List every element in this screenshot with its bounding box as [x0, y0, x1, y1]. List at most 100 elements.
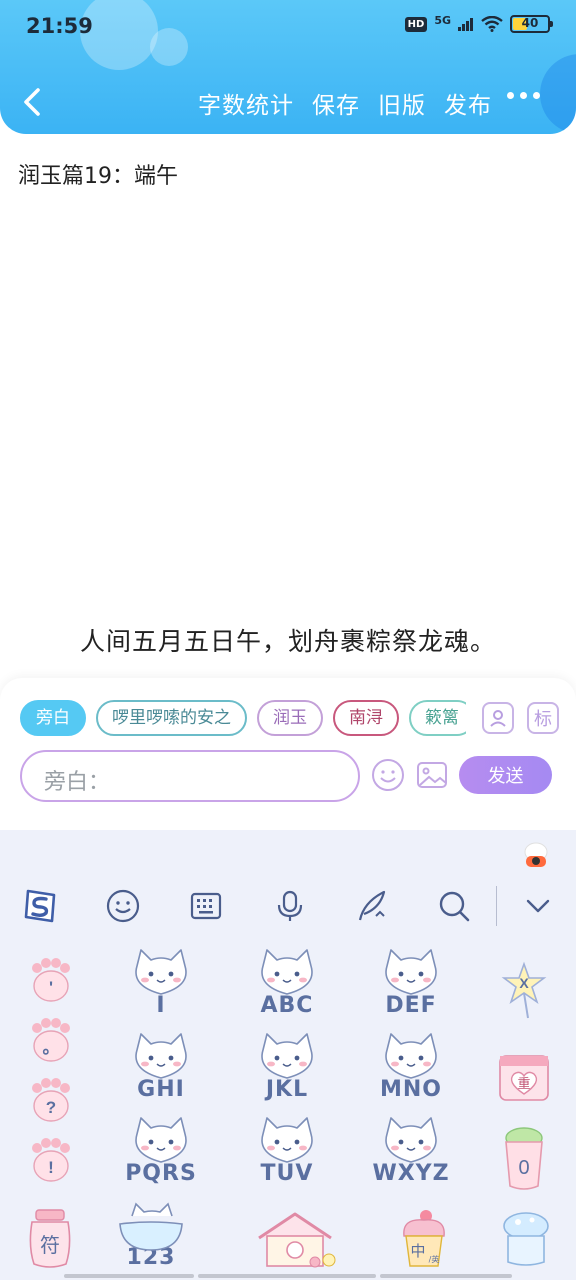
cat-icon: [261, 1033, 313, 1079]
honey-jar-icon: 符: [29, 1209, 71, 1268]
letter-key[interactable]: JKL: [222, 1026, 352, 1108]
punctuation-key-label: ': [49, 978, 53, 997]
network-type: 5G: [434, 13, 451, 27]
punctuation-key[interactable]: ': [24, 954, 78, 1008]
header-menu: 字数统计 保存 旧版 发布: [198, 86, 492, 120]
sogou-logo-button[interactable]: [20, 886, 60, 926]
handwriting-icon: [358, 890, 386, 921]
old-version-button[interactable]: 旧版: [378, 86, 426, 120]
publish-button[interactable]: 发布: [444, 86, 492, 120]
emoji-button[interactable]: [371, 758, 405, 792]
more-dots-icon: [507, 92, 514, 99]
paw-icon: ?: [32, 1078, 70, 1122]
role-chip-narration[interactable]: 旁白: [20, 700, 86, 736]
save-button[interactable]: 保存: [312, 86, 360, 120]
keyboard-search-button[interactable]: [434, 886, 474, 926]
hd-badge: HD: [404, 16, 428, 32]
language-switch-key[interactable]: 中 /英: [396, 1208, 452, 1270]
handwriting-button[interactable]: [352, 886, 392, 926]
symbol-key-label: 符: [40, 1233, 60, 1257]
toolbar-divider: [496, 886, 497, 926]
side-key-delete[interactable]: X: [494, 956, 554, 1022]
side-key-retype[interactable]: 重: [494, 1042, 554, 1108]
side-key-label: X: [519, 975, 529, 991]
role-chip[interactable]: 南浔: [333, 700, 399, 736]
sogou-logo-icon: [24, 889, 56, 923]
ime-keyboard: ' 。?! I ABC DEF GHI JKL MNO PQRS TUV WXYZ 123 X 重: [0, 830, 576, 1280]
punctuation-key[interactable]: ?: [24, 1074, 78, 1128]
side-key-zero[interactable]: 0: [494, 1120, 554, 1190]
role-chips: 旁白 啰里啰嗦的安之 润玉 南浔 簌篱: [20, 700, 466, 738]
signal-icon: [458, 18, 473, 31]
keyboard-mascot-icon[interactable]: [520, 840, 552, 872]
cat-icon: [261, 1117, 313, 1163]
paw-icon: ': [32, 958, 70, 1002]
battery-indicator: 40: [510, 15, 553, 33]
letter-key[interactable]: TUV: [222, 1110, 352, 1192]
more-button[interactable]: [507, 92, 540, 99]
punctuation-key[interactable]: 。: [24, 1014, 78, 1068]
paw-icon: 。: [32, 1018, 70, 1062]
keyboard-toolbar: [0, 878, 576, 934]
cat-icon: [385, 1033, 437, 1079]
person-icon: [490, 710, 506, 727]
letter-key[interactable]: PQRS: [96, 1110, 226, 1192]
punctuation-key[interactable]: !: [24, 1134, 78, 1188]
emoji-icon: [106, 889, 140, 923]
message-input-placeholder: 旁白：: [44, 770, 111, 795]
emoji-panel-button[interactable]: [103, 886, 143, 926]
word-count-button[interactable]: 字数统计: [198, 86, 294, 120]
mushroom-boot-icon: [503, 1212, 549, 1266]
letter-key[interactable]: WXYZ: [346, 1110, 476, 1192]
cat-icon: [135, 1117, 187, 1163]
app-header: 21:59 HD 5G 40 字数统计 保存 旧版 发布: [0, 0, 576, 134]
voice-input-button[interactable]: [270, 886, 310, 926]
side-key-label: 0: [518, 1157, 529, 1179]
star-wand-icon: X: [501, 961, 547, 1019]
role-chip[interactable]: 润玉: [257, 700, 323, 736]
cat-icon: [385, 949, 437, 995]
bubble-tea-icon: 0: [505, 1127, 543, 1190]
search-icon: [439, 891, 470, 922]
role-profile-button[interactable]: [482, 702, 514, 734]
paw-icon: !: [32, 1138, 70, 1182]
language-key-label: 中: [410, 1242, 425, 1260]
decorative-bubble: [150, 28, 188, 66]
chevron-left-icon: [24, 88, 40, 116]
symbol-key[interactable]: 符: [24, 1206, 76, 1270]
punctuation-key-label: 。: [43, 1038, 60, 1057]
image-button[interactable]: [415, 758, 449, 792]
letter-key[interactable]: MNO: [346, 1026, 476, 1108]
space-key[interactable]: [245, 1208, 345, 1270]
tag-button[interactable]: 标: [527, 702, 559, 734]
letter-key[interactable]: GHI: [96, 1026, 226, 1108]
calendar-heart-icon: 重: [499, 1055, 549, 1101]
send-button[interactable]: 发送: [459, 756, 552, 794]
status-time: 21:59: [26, 14, 93, 38]
home-indicator: [380, 1274, 512, 1278]
cupcake-icon: 中 /英: [403, 1210, 445, 1267]
message-input[interactable]: 旁白：: [20, 750, 360, 802]
letter-key[interactable]: I: [96, 942, 226, 1024]
document-quote: 人间五月五日午，划舟裹粽祭龙魂。: [79, 627, 496, 656]
cat-icon: [135, 949, 187, 995]
document-title[interactable]: 润玉篇19：端午: [18, 158, 178, 190]
back-button[interactable]: [14, 84, 50, 120]
keyboard-layout-button[interactable]: [186, 886, 226, 926]
image-icon: [417, 762, 447, 788]
letter-key[interactable]: ABC: [222, 942, 352, 1024]
enter-key[interactable]: [498, 1210, 554, 1268]
role-chip[interactable]: 啰里啰嗦的安之: [96, 700, 247, 736]
language-key-sub: /英: [429, 1254, 440, 1264]
decorative-bubble: [540, 54, 576, 134]
microphone-icon: [277, 890, 303, 921]
house-icon: [258, 1212, 336, 1268]
collapse-keyboard-button[interactable]: [518, 886, 558, 926]
cat-bowl-icon: [119, 1202, 183, 1251]
cat-icon: [135, 1033, 187, 1079]
number-key[interactable]: 123: [96, 1194, 206, 1276]
letter-key[interactable]: DEF: [346, 942, 476, 1024]
status-icons: HD 5G 40: [404, 13, 553, 33]
role-chip[interactable]: 簌篱: [409, 700, 466, 736]
tag-icon: 标: [534, 709, 552, 730]
